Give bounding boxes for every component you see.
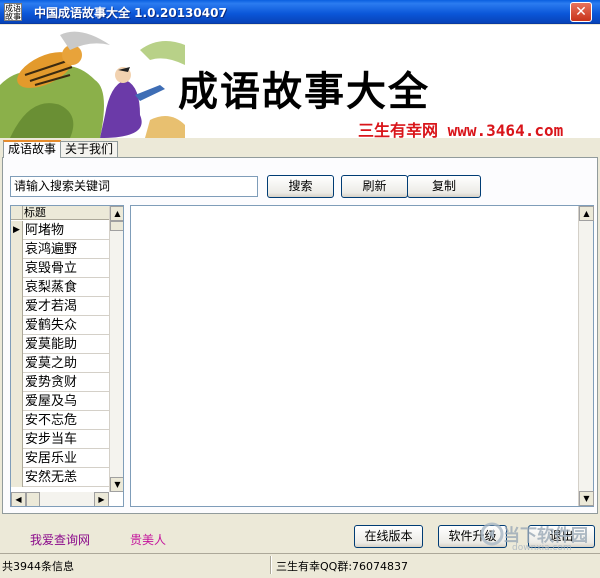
- list-item-label: 爱势贪财: [25, 375, 78, 390]
- banner-subtitle: 三生有幸网 www.3464.com: [358, 121, 564, 138]
- row-indicator: [11, 259, 23, 278]
- online-version-button[interactable]: 在线版本: [354, 525, 423, 548]
- scroll-up-button[interactable]: ▲: [579, 206, 594, 221]
- list-item-label: 爱才若渴: [25, 299, 78, 314]
- scroll-down-button[interactable]: ▼: [110, 477, 123, 492]
- list-item-label: 爱莫能助: [25, 337, 78, 352]
- list-item[interactable]: 爱屋及乌: [11, 392, 109, 411]
- scroll-thumb-horizontal[interactable]: [26, 492, 40, 506]
- content-vertical-scrollbar[interactable]: ▲ ▼: [578, 206, 594, 506]
- window-title: 中国成语故事大全 1.0.20130407: [34, 6, 227, 20]
- banner-title: 成语故事大全: [178, 68, 430, 115]
- list-item[interactable]: ▶ 阿堵物: [11, 221, 109, 240]
- row-indicator: [11, 392, 23, 411]
- list-item-label: 安然无恙: [25, 470, 78, 485]
- row-indicator: [11, 240, 23, 259]
- list-item-label: 爱鹤失众: [25, 318, 78, 333]
- list-item[interactable]: 爱鹤失众: [11, 316, 109, 335]
- list-item[interactable]: 爱莫之助: [11, 354, 109, 373]
- list-item[interactable]: 哀毁骨立: [11, 259, 109, 278]
- scroll-down-button[interactable]: ▼: [579, 491, 594, 506]
- row-indicator: [11, 297, 23, 316]
- scroll-up-button[interactable]: ▲: [110, 206, 123, 221]
- banner: 成语故事大全 三生有幸网 www.3464.com: [0, 25, 600, 138]
- list-item-label: 哀梨蒸食: [25, 280, 78, 295]
- status-record-count: 共3944条信息: [2, 560, 74, 573]
- list-horizontal-scrollbar[interactable]: ◀ ▶: [11, 492, 109, 506]
- row-indicator: [11, 468, 23, 487]
- search-input[interactable]: 请输入搜索关键词: [10, 176, 258, 197]
- list-item-label: 安步当车: [25, 432, 78, 447]
- row-indicator: [11, 354, 23, 373]
- tiger-scholar-illustration: [0, 25, 185, 138]
- list-item[interactable]: 哀鸿遍野: [11, 240, 109, 259]
- list-item[interactable]: 哀梨蒸食: [11, 278, 109, 297]
- list-item-label: 爱莫之助: [25, 356, 78, 371]
- story-content[interactable]: ▲ ▼: [130, 205, 594, 507]
- list-item[interactable]: 安步当车: [11, 430, 109, 449]
- idiom-list[interactable]: 标题 ▶ 阿堵物 哀鸿遍野 哀毁骨立 哀梨蒸食 爱才若渴 爱鹤失众 爱莫能助 爱莫之助 爱势贪财爱…: [10, 205, 124, 507]
- list-item-label: 安居乐业: [25, 451, 78, 466]
- row-indicator: [11, 430, 23, 449]
- status-bar: 共3944条信息 三生有幸QQ群:76074837: [0, 553, 600, 578]
- row-indicator: [11, 411, 23, 430]
- scroll-right-button[interactable]: ▶: [94, 492, 109, 506]
- app-icon: 成语 故事: [4, 3, 22, 21]
- link-query-site[interactable]: 我爱查询网: [30, 531, 90, 548]
- row-indicator: [11, 316, 23, 335]
- status-qq-group: 三生有幸QQ群:76074837: [276, 560, 409, 573]
- list-item[interactable]: 爱莫能助: [11, 335, 109, 354]
- list-item[interactable]: 爱才若渴: [11, 297, 109, 316]
- list-header-indicator: [11, 206, 23, 220]
- status-divider: [270, 556, 272, 574]
- list-item[interactable]: 安不忘危: [11, 411, 109, 430]
- list-header-title: 标题: [24, 206, 46, 219]
- refresh-button[interactable]: 刷新: [341, 175, 408, 198]
- list-item-label: 哀鸿遍野: [25, 242, 78, 257]
- title-bar[interactable]: 成语 故事 中国成语故事大全 1.0.20130407 ✕: [0, 0, 600, 24]
- row-indicator: [11, 335, 23, 354]
- list-item-label: 爱屋及乌: [25, 394, 78, 409]
- row-indicator: [11, 278, 23, 297]
- search-button[interactable]: 搜索: [267, 175, 334, 198]
- tab-about-us[interactable]: 关于我们: [60, 141, 119, 157]
- link-noble[interactable]: 贵美人: [130, 531, 166, 548]
- scroll-thumb[interactable]: [110, 221, 123, 231]
- row-indicator: ▶: [11, 221, 23, 240]
- list-vertical-scrollbar[interactable]: ▲ ▼: [109, 206, 123, 492]
- list-item[interactable]: 爱势贪财: [11, 373, 109, 392]
- list-item-label: 哀毁骨立: [25, 261, 78, 276]
- row-indicator: [11, 373, 23, 392]
- list-header[interactable]: 标题: [11, 206, 109, 220]
- row-indicator: [11, 449, 23, 468]
- list-item[interactable]: 安然无恙: [11, 468, 109, 487]
- tab-idiom-stories[interactable]: 成语故事: [3, 140, 62, 158]
- scroll-left-button[interactable]: ◀: [11, 492, 26, 506]
- copy-button[interactable]: 复制: [407, 175, 481, 198]
- list-item-label: 安不忘危: [25, 413, 78, 428]
- list-item-label: 阿堵物: [25, 223, 65, 238]
- list-item[interactable]: 安居乐业: [11, 449, 109, 468]
- close-button[interactable]: ✕: [570, 2, 592, 22]
- watermark-url: downxia.com: [512, 543, 572, 553]
